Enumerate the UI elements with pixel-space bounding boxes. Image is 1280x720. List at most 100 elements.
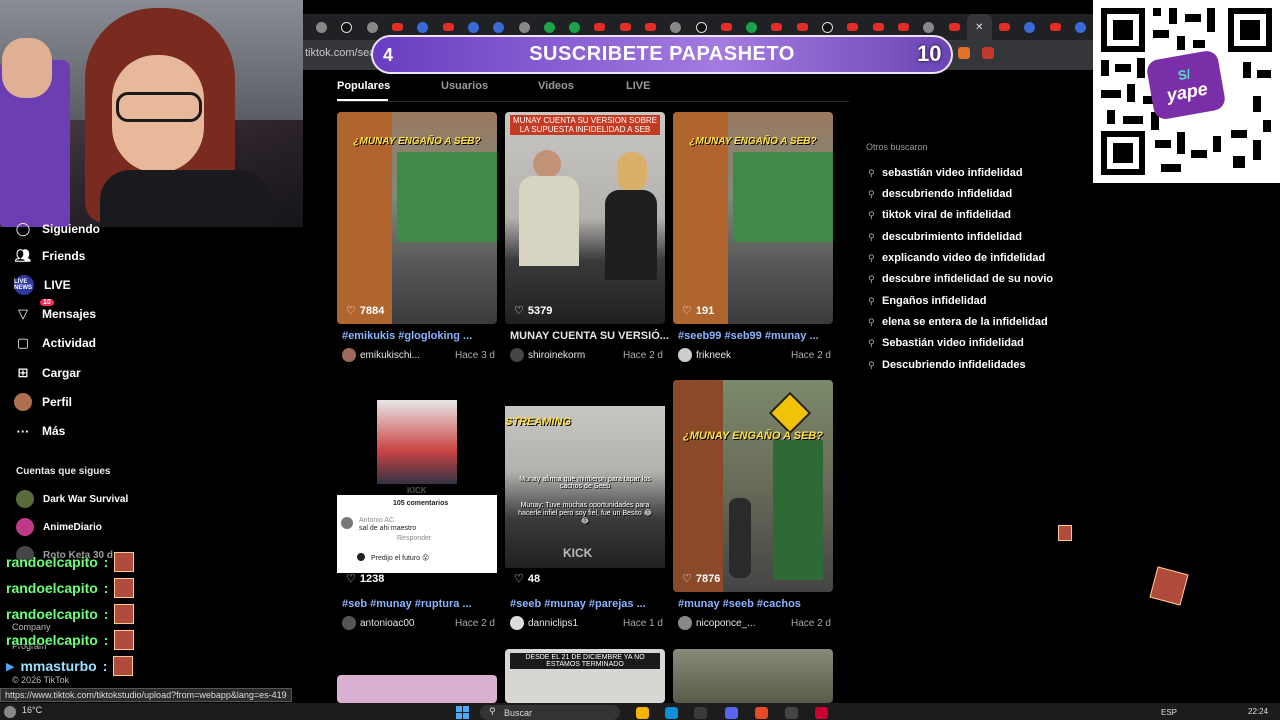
browser-tab[interactable] [1043, 14, 1068, 40]
sidebar-item-label: Cargar [42, 366, 81, 380]
author-name[interactable]: frikneek [696, 350, 787, 361]
emote-icon [1149, 566, 1189, 606]
video-card[interactable]: KICK 105 comentarios Antonio AC sal de a… [337, 380, 497, 635]
author-row[interactable]: emikukischi... Hace 3 d [342, 348, 495, 362]
video-description[interactable]: #seeb99 #seb99 #munay ... [678, 330, 819, 342]
chrome-icon [670, 21, 682, 33]
author-row[interactable]: danniclips1 Hace 1 d [510, 616, 663, 630]
clock[interactable]: 22:24 [1248, 707, 1268, 716]
video-thumbnail[interactable]: MUNAY CUENTA SU VERSION SOBRE LA SUPUEST… [505, 112, 665, 324]
video-thumbnail[interactable] [337, 675, 497, 703]
translate-icon [1024, 21, 1036, 33]
related-search-item[interactable]: ⚲ descubrimiento infidelidad [868, 231, 1022, 243]
video-thumbnail[interactable]: KICK 105 comentarios Antonio AC sal de a… [337, 380, 497, 592]
thumbnail-person-head [533, 150, 561, 178]
app-icon[interactable] [815, 707, 828, 719]
browser-tab[interactable] [941, 14, 966, 40]
sidebar-item-upload[interactable]: ⊞ Cargar [14, 362, 81, 384]
video-card[interactable]: ¿MUNAY ENGAÑO A SEB? ♡ 7876 #munay #seeb … [673, 380, 833, 635]
taskbar-search[interactable]: ⚲ Buscar [480, 705, 620, 720]
video-description[interactable]: MUNAY CUENTA SU VERSIÓ... [510, 330, 669, 342]
video-thumbnail[interactable]: ¿MUNAY ENGAÑO A SEB? [673, 112, 833, 324]
author-row[interactable]: shiroinekorm Hace 2 d [510, 348, 663, 362]
video-description[interactable]: #munay #seeb #cachos [678, 598, 801, 610]
browser-tab[interactable] [334, 14, 359, 40]
tab-videos[interactable]: Videos [538, 80, 574, 92]
brave-icon[interactable] [755, 707, 768, 719]
tab-live[interactable]: LIVE [626, 80, 650, 92]
author-name[interactable]: antonioac00 [360, 618, 451, 629]
sidebar-item-profile[interactable]: Perfil [14, 391, 72, 413]
video-description[interactable]: #seb #munay #ruptura ... [342, 598, 472, 610]
related-search-item[interactable]: ⚲ sebastián video infidelidad [868, 167, 1023, 179]
video-thumbnail[interactable]: ¿MUNAY ENGAÑO A SEB? [337, 112, 497, 324]
thumbnail-caption: ¿MUNAY ENGAÑO A SEB? [689, 136, 817, 147]
sidebar-item-activity[interactable]: ▢ Actividad [14, 332, 96, 354]
related-search-item[interactable]: ⚲ elena se entera de la infidelidad [868, 316, 1048, 328]
author-name[interactable]: emikukischi... [360, 350, 451, 361]
author-row[interactable]: frikneek Hace 2 d [678, 348, 831, 362]
browser-tab[interactable] [1068, 14, 1093, 40]
related-search-item[interactable]: ⚲ descubre infidelidad de su novio [868, 273, 1053, 285]
video-card[interactable]: MUNAY CUENTA SU VERSION SOBRE LA SUPUEST… [505, 112, 669, 367]
video-thumbnail[interactable]: STREAMING Munay afirma que mintieron par… [505, 380, 665, 592]
keyboard-language[interactable]: ESP [1161, 708, 1177, 717]
file-explorer-icon[interactable] [636, 707, 649, 719]
youtube-icon [771, 23, 783, 31]
browser-tab[interactable] [992, 14, 1017, 40]
video-description[interactable]: #emikukis #glogloking ... [342, 330, 472, 342]
video-description[interactable]: #seeb #munay #parejas ... [510, 598, 646, 610]
chrome-icon [366, 21, 378, 33]
sidebar-item-friends[interactable]: 👥︎ Friends [14, 245, 86, 267]
sidebar-item-messages[interactable]: ▽ 10 Mensajes [14, 299, 96, 325]
obs-icon[interactable] [785, 707, 798, 719]
browser-tab-active[interactable]: ✕ [966, 14, 993, 40]
windows-start-icon[interactable] [456, 706, 469, 719]
like-value: 5379 [527, 304, 553, 317]
author-name[interactable]: danniclips1 [528, 618, 619, 629]
video-card[interactable]: ¿MUNAY ENGAÑO A SEB? ♡ 191 #seeb99 #seb99… [673, 112, 833, 367]
video-card[interactable]: STREAMING Munay afirma que mintieron par… [505, 380, 665, 635]
site-icon [569, 21, 581, 33]
brave-icon[interactable] [958, 47, 970, 59]
tab-usuarios[interactable]: Usuarios [441, 80, 488, 92]
related-search-item[interactable]: ⚲ Descubriendo infidelidades [868, 359, 1026, 371]
weather-icon[interactable] [4, 706, 16, 718]
following-account[interactable]: AnimeDiario [16, 518, 102, 536]
related-search-item[interactable]: ⚲ descubriendo infidelidad [868, 188, 1012, 200]
search-icon: ⚲ [868, 167, 875, 178]
url-text[interactable]: tiktok.com/sear [305, 47, 379, 59]
search-icon: ⚲ [489, 706, 496, 716]
video-card[interactable]: ¿MUNAY ENGAÑO A SEB? ♡ 7884 #emikukis #gl… [337, 112, 497, 367]
close-icon[interactable]: ✕ [975, 22, 983, 33]
sidebar-item-live[interactable]: LIVE NEWS LIVE [14, 274, 71, 296]
related-search-item[interactable]: ⚲ Sebastián video infidelidad [868, 337, 1024, 349]
author-row[interactable]: nicoponce_... Hace 2 d [678, 616, 831, 630]
following-account[interactable]: Dark War Survival [16, 490, 128, 508]
store-icon[interactable] [694, 707, 707, 719]
sidebar-item-following[interactable]: ◯ Siguiendo [14, 218, 100, 240]
tab-populares[interactable]: Populares [337, 80, 390, 92]
video-thumbnail[interactable]: DESDE EL 21 DE DICIEMBRE YA NO ESTAMOS T… [505, 649, 665, 703]
sidebar-item-more[interactable]: ··· Más [14, 420, 66, 442]
author-row[interactable]: antonioac00 Hace 2 d [342, 616, 495, 630]
comment-reply: Responder [397, 535, 432, 542]
video-thumbnail[interactable] [673, 649, 833, 703]
author-name[interactable]: nicoponce_... [696, 618, 787, 629]
thumbnail-subtitle: Munay: Tuve muchas oportunidades para ha… [518, 502, 652, 525]
weather-temperature[interactable]: 16°C [22, 705, 42, 715]
extension-icon[interactable] [982, 47, 994, 59]
youtube-icon [897, 23, 909, 31]
discord-icon[interactable] [725, 707, 738, 719]
browser-tab[interactable] [1017, 14, 1042, 40]
thumbnail-person [729, 498, 751, 578]
related-search-item[interactable]: ⚲ tiktok viral de infidelidad [868, 209, 1011, 221]
author-name[interactable]: shiroinekorm [528, 350, 619, 361]
browser-tab[interactable] [309, 14, 334, 40]
google-icon [417, 21, 429, 33]
related-search-item[interactable]: ⚲ explicando video de infidelidad [868, 252, 1045, 264]
related-search-item[interactable]: ⚲ Engaños infidelidad [868, 295, 987, 307]
video-thumbnail[interactable]: ¿MUNAY ENGAÑO A SEB? [673, 380, 833, 592]
sidebar-item-label: Perfil [42, 395, 73, 409]
edge-icon[interactable] [665, 707, 678, 719]
